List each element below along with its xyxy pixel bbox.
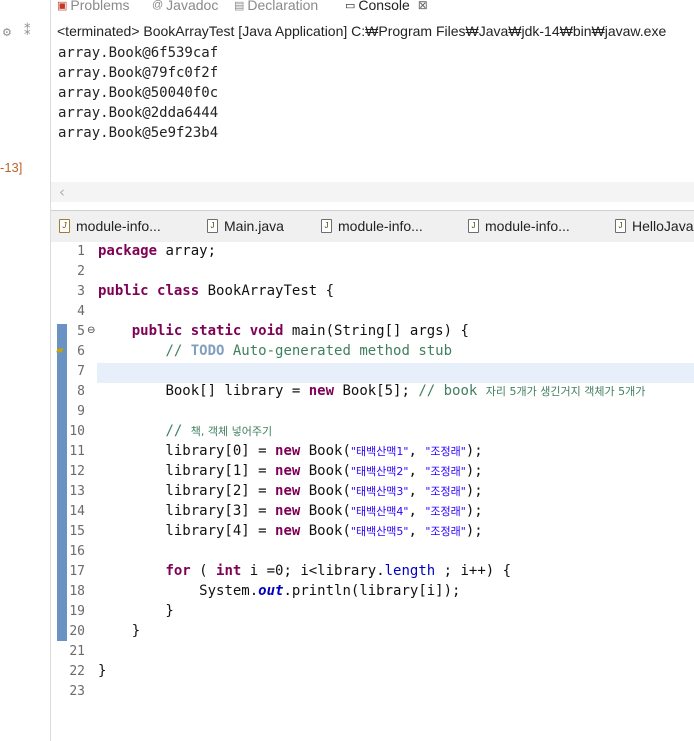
coordinate-label: -13] bbox=[0, 160, 23, 175]
left-adjacent-view: ⚙ ⁑ -13] bbox=[0, 0, 50, 741]
line-number: 21 bbox=[69, 644, 85, 659]
tab-console[interactable]: ▭ Console ⊠ bbox=[341, 0, 432, 14]
line-number: 6 bbox=[77, 344, 85, 359]
code-line-17: for ( int i =0; i<library.length ; i++) … bbox=[165, 563, 512, 579]
declaration-icon: ▤ bbox=[234, 0, 245, 12]
code-line-3: public class BookArrayTest { bbox=[98, 283, 335, 299]
code-line-10: // 책, 객체 넣어주기 bbox=[165, 423, 273, 439]
problems-icon: ▣ bbox=[57, 0, 68, 12]
code-line-1: package array; bbox=[98, 243, 217, 259]
console-horizontal-scrollbar[interactable]: ‹ bbox=[51, 182, 694, 202]
code-line-19: } bbox=[98, 603, 174, 619]
code-editor[interactable]: ▰ ⊖ 1 2 3 4 5 6 7 8 9 10 11 12 13 14 15 16 17 18 19 20 21 22 2… bbox=[51, 242, 694, 741]
scroll-left-icon[interactable]: ‹ bbox=[59, 183, 65, 201]
tab-label: Main.java bbox=[224, 218, 284, 234]
at-icon: @ bbox=[152, 0, 164, 11]
editor-tab-module-info-2[interactable]: J module-info... bbox=[321, 218, 423, 234]
java-file-icon: J bbox=[615, 219, 626, 233]
code-line-11: library[0] = new Book("태백산맥1", "조정래"); bbox=[98, 443, 483, 459]
line-number: 17 bbox=[69, 564, 85, 579]
code-line-6: // TODO Auto-generated method stub bbox=[165, 343, 453, 359]
close-icon[interactable]: ⊠ bbox=[418, 0, 428, 12]
line-number: 20 bbox=[69, 624, 85, 639]
line-number: 12 bbox=[69, 464, 85, 479]
editor-tab-module-info-1[interactable]: J module-info... bbox=[59, 218, 161, 234]
tab-label: Problems bbox=[70, 0, 130, 13]
line-number: 22 bbox=[69, 664, 85, 679]
line-number: 4 bbox=[77, 304, 85, 319]
code-line-18: System.out.println(library[i]); bbox=[199, 583, 461, 599]
line-number: 1 bbox=[77, 244, 85, 259]
tab-javadoc[interactable]: @ Javadoc bbox=[152, 0, 218, 14]
line-number: 16 bbox=[69, 544, 85, 559]
collapse-icon[interactable]: ⊖ bbox=[87, 325, 95, 336]
line-number: 8 bbox=[77, 384, 85, 399]
view-gap bbox=[51, 202, 694, 210]
line-number: 3 bbox=[77, 284, 85, 299]
code-line-15: library[4] = new Book("태백산맥5", "조정래"); bbox=[98, 523, 483, 539]
java-file-icon: J bbox=[468, 219, 479, 233]
line-number: 5 bbox=[77, 324, 85, 339]
module-icon: J bbox=[59, 219, 70, 233]
line-number: 13 bbox=[69, 484, 85, 499]
code-line-12: library[1] = new Book("태백산맥2", "조정래"); bbox=[98, 463, 483, 479]
line-number: 2 bbox=[77, 264, 85, 279]
editor-tab-module-info-3[interactable]: J module-info... bbox=[468, 218, 570, 234]
gear-icon[interactable]: ⚙ bbox=[2, 26, 12, 39]
line-number: 14 bbox=[69, 504, 85, 519]
tab-label: Javadoc bbox=[166, 0, 219, 13]
code-line-14: library[3] = new Book("태백산맥4", "조정래"); bbox=[98, 503, 483, 519]
tab-label: HelloJava bbox=[632, 218, 694, 234]
console-status-header: <terminated> BookArrayTest [Java Applica… bbox=[57, 23, 667, 39]
tab-problems[interactable]: ▣ Problems bbox=[57, 0, 130, 14]
code-line-13: library[2] = new Book("태백산맥3", "조정래"); bbox=[98, 483, 483, 499]
java-file-icon: J bbox=[207, 219, 218, 233]
line-number: 11 bbox=[69, 444, 85, 459]
console-line: array.Book@2dda6444 bbox=[58, 105, 219, 121]
line-number: 9 bbox=[77, 404, 85, 419]
code-line-8: Book[] library = new Book[5]; // book 자리… bbox=[165, 383, 646, 399]
line-number: 18 bbox=[69, 584, 85, 599]
editor-tab-hellojava[interactable]: J HelloJava bbox=[615, 218, 693, 234]
current-line-highlight bbox=[97, 363, 694, 383]
code-line-20: } bbox=[98, 623, 141, 639]
tab-declaration[interactable]: ▤ Declaration bbox=[234, 0, 318, 14]
warning-icon[interactable]: ▰ bbox=[56, 345, 64, 356]
console-output[interactable]: <terminated> BookArrayTest [Java Applica… bbox=[51, 14, 694, 210]
tab-label: module-info... bbox=[485, 218, 570, 234]
java-file-icon: J bbox=[321, 219, 332, 233]
code-line-22: } bbox=[98, 663, 107, 679]
line-number: 10 bbox=[69, 424, 85, 439]
tab-label: Declaration bbox=[247, 0, 319, 13]
console-line: array.Book@6f539caf bbox=[58, 45, 219, 61]
settings-icon[interactable]: ⁑ bbox=[24, 24, 31, 39]
bottom-view-tabs: ▣ Problems @ Javadoc ▤ Declaration ▭ Con… bbox=[51, 0, 694, 14]
editor-tab-bar: J module-info... J Main.java J module-in… bbox=[51, 210, 694, 243]
console-line: array.Book@79fc0f2f bbox=[58, 65, 219, 81]
line-number: 15 bbox=[69, 524, 85, 539]
editor-tab-main-java[interactable]: J Main.java bbox=[207, 218, 284, 234]
code-line-5: public static void main(String[] args) { bbox=[131, 323, 469, 339]
line-number: 7 bbox=[77, 364, 85, 379]
tab-label: module-info... bbox=[76, 218, 161, 234]
line-number: 19 bbox=[69, 604, 85, 619]
console-line: array.Book@5e9f23b4 bbox=[58, 125, 219, 141]
tab-label: Console bbox=[358, 0, 410, 13]
line-number: 23 bbox=[69, 684, 85, 699]
tab-label: module-info... bbox=[338, 218, 423, 234]
console-icon: ▭ bbox=[345, 0, 356, 12]
console-line: array.Book@50040f0c bbox=[58, 85, 219, 101]
